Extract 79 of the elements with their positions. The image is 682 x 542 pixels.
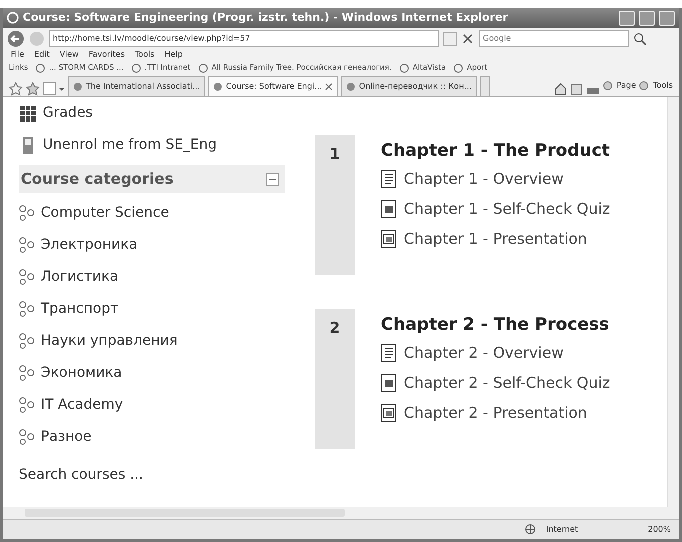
new-tab-button[interactable] <box>480 76 490 96</box>
quiz-icon <box>381 200 398 219</box>
maximize-button[interactable] <box>639 10 655 26</box>
close-button[interactable] <box>659 10 675 26</box>
category-link[interactable]: Логистика <box>41 266 119 288</box>
page-icon <box>346 82 356 92</box>
section-number: 2 <box>315 309 355 449</box>
category-icon <box>19 301 35 317</box>
tab[interactable]: Online-переводчик :: Кон... <box>341 76 477 96</box>
presentation-icon <box>381 230 398 249</box>
menu-item[interactable]: File <box>11 49 24 61</box>
section-number: 1 <box>315 135 355 275</box>
page-icon <box>454 64 464 72</box>
category-icon <box>19 333 35 349</box>
page-icon <box>198 64 208 72</box>
toolbar-button[interactable]: Page <box>602 80 636 92</box>
category-link[interactable]: Электроника <box>41 234 138 256</box>
activity-link[interactable]: Chapter 1 - Overview <box>404 168 564 191</box>
globe-icon <box>525 524 536 535</box>
page-icon <box>400 64 409 72</box>
search-courses-link[interactable]: Search courses ... <box>19 459 285 491</box>
quiz-icon <box>381 374 398 393</box>
block-title: Course categories <box>21 168 174 190</box>
section-title: Chapter 1 - The Product <box>381 140 610 163</box>
category-icon <box>19 205 35 221</box>
sidebar-link[interactable]: Unenrol me from SE_Eng <box>43 134 218 156</box>
browser-icon <box>7 12 19 24</box>
category-link[interactable]: IT Academy <box>41 394 124 416</box>
page-icon <box>132 64 141 72</box>
category-link[interactable]: Транспорт <box>41 298 119 320</box>
activity-link[interactable]: Chapter 2 - Self-Check Quiz <box>404 372 610 395</box>
close-icon[interactable] <box>325 82 334 90</box>
feed-icon[interactable] <box>570 84 583 96</box>
minimize-button[interactable] <box>619 10 635 26</box>
page-icon <box>381 170 398 189</box>
menu-item[interactable]: Edit <box>34 49 50 61</box>
vertical-scrollbar[interactable] <box>667 97 679 507</box>
menu-item[interactable]: View <box>60 49 79 61</box>
category-link[interactable]: Науки управления <box>41 330 178 352</box>
stop-icon[interactable] <box>461 32 475 46</box>
category-icon <box>19 429 35 445</box>
zoom-button[interactable]: 200% <box>648 524 671 536</box>
menu-item[interactable]: Tools <box>135 49 155 61</box>
activity-link[interactable]: Chapter 1 - Presentation <box>404 228 588 251</box>
category-link[interactable]: Computer Science <box>41 202 170 224</box>
grades-icon <box>19 104 37 122</box>
category-link[interactable]: Экономика <box>41 362 122 384</box>
page-icon <box>602 81 613 91</box>
category-icon <box>19 365 35 381</box>
page-icon <box>639 81 650 91</box>
tab[interactable]: The International Associati... <box>68 76 206 96</box>
back-icon[interactable] <box>7 30 25 48</box>
search-field[interactable]: Google <box>479 30 629 47</box>
category-icon <box>19 237 35 253</box>
activity-link[interactable]: Chapter 2 - Presentation <box>404 402 588 425</box>
toolbar-button[interactable]: Tools <box>639 80 673 92</box>
collapse-icon[interactable] <box>266 172 279 186</box>
add-favorite-icon[interactable] <box>26 82 40 96</box>
activity-link[interactable]: Chapter 2 - Overview <box>404 342 564 365</box>
page-icon <box>381 344 398 363</box>
page-icon <box>73 82 83 92</box>
category-icon <box>19 397 35 413</box>
address-field[interactable]: http://home.tsi.lv/moodle/course/view.php?id=57 <box>49 30 439 47</box>
menu-item[interactable]: Help <box>164 49 183 61</box>
page-icon <box>36 64 46 72</box>
presentation-icon <box>381 404 398 423</box>
page-icon <box>213 82 224 92</box>
section-title: Chapter 2 - The Process <box>381 314 610 337</box>
favorites-icon[interactable] <box>9 82 23 96</box>
menu-item[interactable]: Favorites <box>88 49 126 61</box>
activity-link[interactable]: Chapter 1 - Self-Check Quiz <box>404 198 610 221</box>
search-icon[interactable] <box>633 32 647 46</box>
zone-label: Internet <box>546 524 578 536</box>
sidebar-link[interactable]: Grades <box>43 102 93 124</box>
category-icon <box>19 269 35 285</box>
tab[interactable]: Course: Software Engi... <box>208 76 338 96</box>
tab-list-icon[interactable] <box>43 82 65 96</box>
window-title: Course: Software Engineering (Progr. izstr. tehn.) - Windows Internet Explorer <box>23 10 510 26</box>
category-link[interactable]: Разное <box>41 426 92 448</box>
